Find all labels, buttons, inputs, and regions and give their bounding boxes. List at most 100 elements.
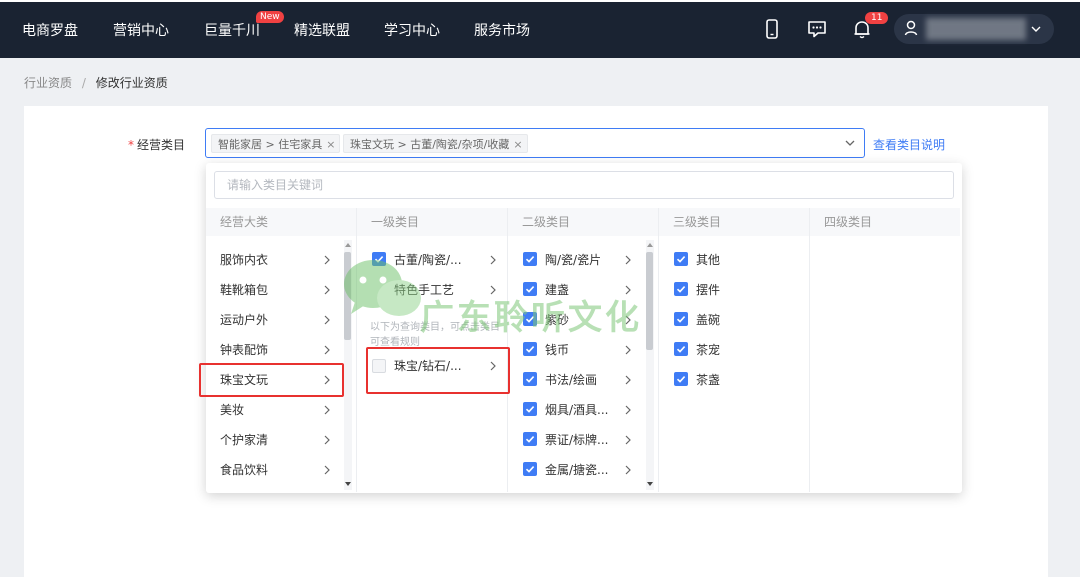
level3-checkbox[interactable] xyxy=(674,342,688,356)
major-category-item[interactable]: 钟表配饰 xyxy=(220,336,268,364)
level3-checkbox[interactable] xyxy=(674,372,688,386)
breadcrumb: 行业资质 / 修改行业资质 xyxy=(24,74,168,91)
level2-checkbox[interactable] xyxy=(523,432,537,446)
level2-checkbox[interactable] xyxy=(523,252,537,266)
check-icon xyxy=(525,376,535,383)
nav-item-qianchuan[interactable]: 巨量千川 xyxy=(204,20,260,40)
chevron-right-icon xyxy=(625,345,631,355)
breadcrumb-parent[interactable]: 行业资质 xyxy=(24,76,72,90)
level2-checkbox[interactable] xyxy=(523,372,537,386)
check-icon xyxy=(676,256,686,263)
nav-item-learning[interactable]: 学习中心 xyxy=(384,20,440,40)
level2-item[interactable]: 书法/绘画 xyxy=(545,366,597,394)
message-icon[interactable] xyxy=(806,18,828,40)
nav-item-compass[interactable]: 电商罗盘 xyxy=(22,20,78,40)
column-header-level1: 一级类目 xyxy=(357,208,507,236)
chevron-right-icon xyxy=(625,405,631,415)
chevron-right-icon xyxy=(324,315,330,325)
scroll-down-icon[interactable] xyxy=(646,480,654,488)
level3-checkbox[interactable] xyxy=(674,312,688,326)
selected-tag: 智能家居 > 住宅家具 × xyxy=(211,134,341,153)
tag-close-icon[interactable]: × xyxy=(513,138,522,151)
highlight-box-level1 xyxy=(366,347,510,394)
level3-checkbox[interactable] xyxy=(674,282,688,296)
nav-item-marketing[interactable]: 营销中心 xyxy=(113,20,169,40)
watermark-text: 广东聆听文化 xyxy=(420,298,642,338)
column-header-level2: 二级类目 xyxy=(508,208,658,236)
category-select[interactable]: 智能家居 > 住宅家具 × 珠宝文玩 > 古董/陶瓷/杂项/收藏 × xyxy=(205,128,865,158)
level2-checkbox[interactable] xyxy=(523,342,537,356)
level3-checkbox[interactable] xyxy=(674,252,688,266)
check-icon xyxy=(525,346,535,353)
new-badge: New xyxy=(256,11,284,23)
chevron-right-icon xyxy=(625,255,631,265)
level2-scrollbar-thumb[interactable] xyxy=(646,252,653,350)
check-icon xyxy=(525,256,535,263)
notification-count-badge: 11 xyxy=(865,12,889,24)
chevron-right-icon xyxy=(324,435,330,445)
mobile-icon[interactable] xyxy=(761,18,783,40)
level3-item[interactable]: 茶盏 xyxy=(696,366,720,394)
check-icon xyxy=(676,376,686,383)
major-category-item[interactable]: 个护家清 xyxy=(220,426,268,454)
major-category-item[interactable]: 运动户外 xyxy=(220,306,268,334)
level3-item[interactable]: 盖碗 xyxy=(696,306,720,334)
major-category-item[interactable]: 鞋靴箱包 xyxy=(220,276,268,304)
highlight-box-major xyxy=(199,363,344,397)
category-search-input[interactable] xyxy=(214,171,954,199)
level2-item[interactable]: 票证/标牌... xyxy=(545,426,609,454)
major-category-item[interactable]: 美妆 xyxy=(220,396,244,424)
chevron-right-icon xyxy=(324,465,330,475)
selected-tag: 珠宝文玩 > 古董/陶瓷/杂项/收藏 × xyxy=(343,134,528,153)
scroll-up-icon[interactable] xyxy=(344,241,352,249)
chevron-right-icon xyxy=(324,345,330,355)
level3-item[interactable]: 摆件 xyxy=(696,276,720,304)
column-header-major: 经营大类 xyxy=(206,208,356,236)
level2-checkbox[interactable] xyxy=(523,402,537,416)
level2-item[interactable]: 钱币 xyxy=(545,336,569,364)
level3-item[interactable]: 茶宠 xyxy=(696,336,720,364)
check-icon xyxy=(676,316,686,323)
nav-item-alliance[interactable]: 精选联盟 xyxy=(294,20,350,40)
scroll-up-icon[interactable] xyxy=(646,241,654,249)
tag-label: 智能家居 > 住宅家具 xyxy=(218,138,323,151)
check-icon xyxy=(676,346,686,353)
chevron-right-icon xyxy=(324,285,330,295)
tag-close-icon[interactable]: × xyxy=(326,138,335,151)
breadcrumb-current: 修改行业资质 xyxy=(95,76,168,90)
level2-item[interactable]: 金属/搪瓷... xyxy=(545,456,609,484)
breadcrumb-separator: / xyxy=(81,76,86,90)
chevron-right-icon xyxy=(625,465,631,475)
column-divider xyxy=(658,208,659,492)
check-icon xyxy=(525,466,535,473)
chevron-right-icon xyxy=(324,255,330,265)
column-divider xyxy=(809,208,810,492)
chevron-down-icon[interactable] xyxy=(844,137,856,149)
chevron-right-icon xyxy=(625,375,631,385)
level2-item[interactable]: 烟具/酒具... xyxy=(545,396,609,424)
required-mark: * xyxy=(128,138,134,152)
major-category-item[interactable]: 服饰内衣 xyxy=(220,246,268,274)
level2-item[interactable]: 陶/瓷/瓷片 xyxy=(545,246,601,274)
wechat-watermark-icon xyxy=(344,260,421,316)
category-help-link[interactable]: 查看类目说明 xyxy=(873,136,945,153)
blurred-username xyxy=(926,18,1026,40)
category-label-text: 经营类目 xyxy=(137,138,186,152)
scroll-down-icon[interactable] xyxy=(344,480,352,488)
level3-item[interactable]: 其他 xyxy=(696,246,720,274)
level2-checkbox[interactable] xyxy=(523,462,537,476)
tag-label: 珠宝文玩 > 古董/陶瓷/杂项/收藏 xyxy=(350,138,510,151)
chevron-right-icon xyxy=(490,255,496,265)
nav-item-service-market[interactable]: 服务市场 xyxy=(474,20,530,40)
check-icon xyxy=(525,436,535,443)
column-header-level4: 四级类目 xyxy=(810,208,960,236)
major-category-item[interactable]: 食品饮料 xyxy=(220,456,268,484)
check-icon xyxy=(525,406,535,413)
category-field-label: * 经营类目 xyxy=(128,136,185,153)
chevron-right-icon xyxy=(324,405,330,415)
column-header-level3: 三级类目 xyxy=(659,208,809,236)
chevron-down-icon xyxy=(1031,26,1041,32)
check-icon xyxy=(676,286,686,293)
column-divider xyxy=(356,208,357,492)
chevron-right-icon xyxy=(625,435,631,445)
